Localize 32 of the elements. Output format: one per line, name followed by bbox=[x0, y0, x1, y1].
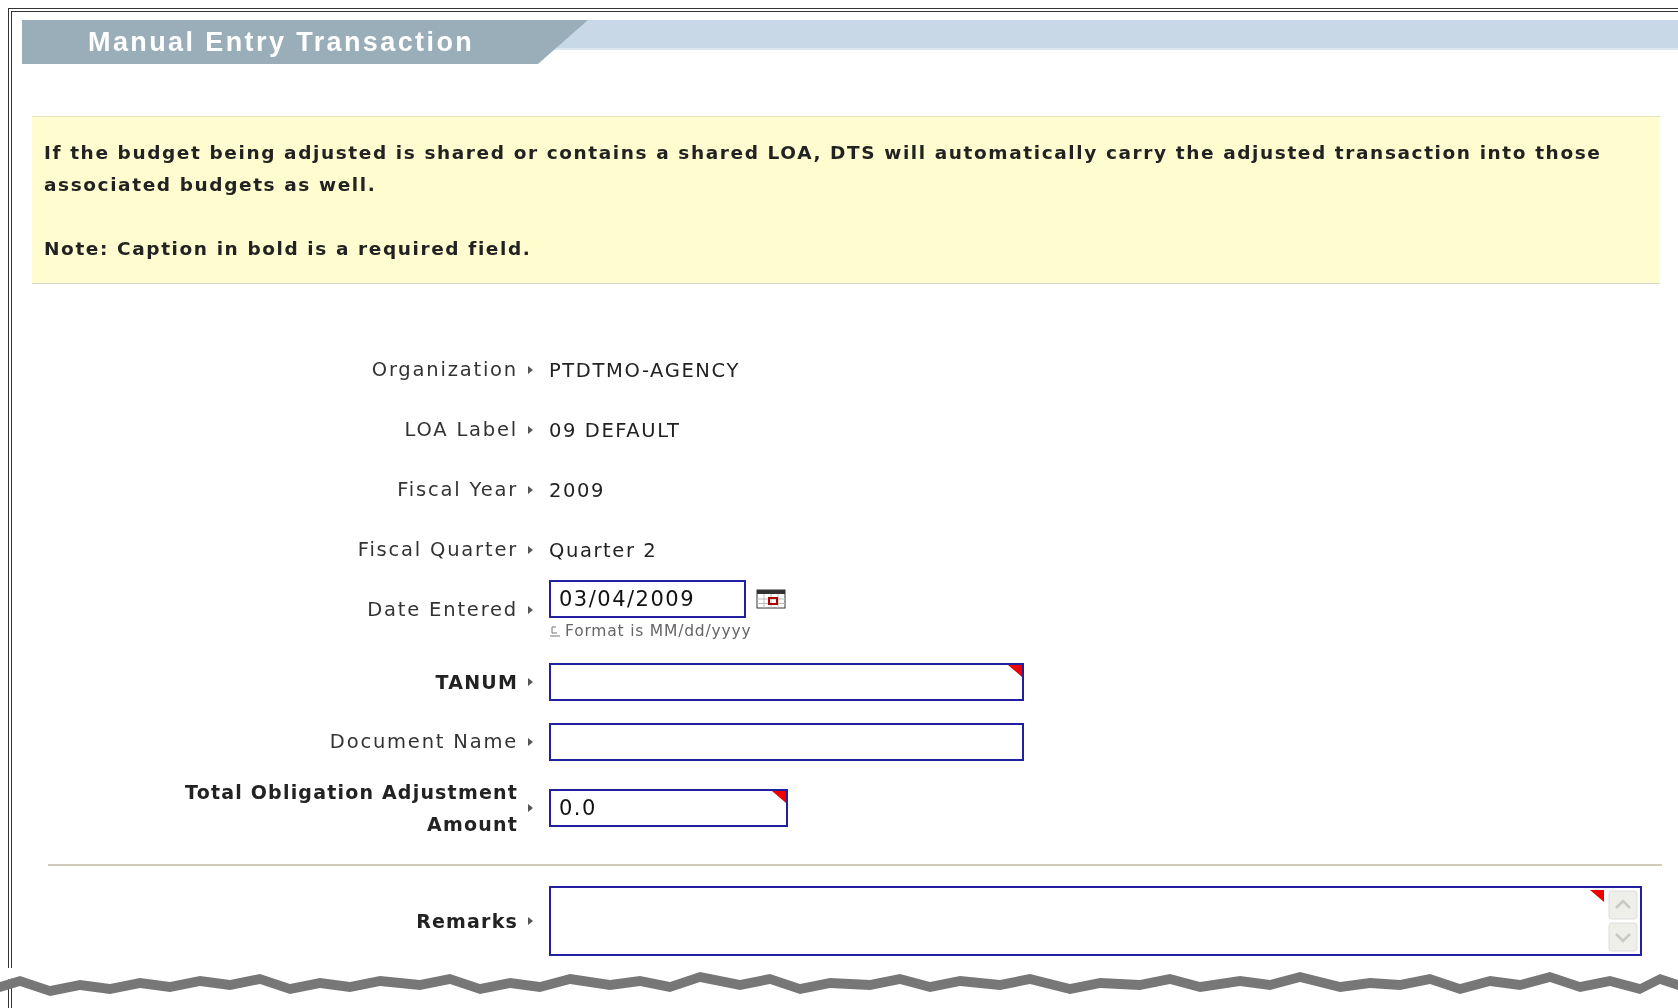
input-field[interactable]: 03/04/2009 bbox=[549, 580, 746, 618]
field-label: Fiscal Year bbox=[396, 477, 518, 503]
arrow-icon bbox=[528, 606, 533, 614]
required-note: Note: Caption in bold is a required field. bbox=[44, 237, 533, 261]
arrow-icon bbox=[528, 804, 533, 812]
arrow-icon bbox=[528, 738, 533, 746]
arrow-icon bbox=[528, 366, 533, 374]
hint-icon bbox=[549, 625, 561, 637]
input-field[interactable] bbox=[549, 663, 1024, 701]
field-label: Organization bbox=[370, 357, 518, 383]
field-value: 09 DEFAULT bbox=[549, 418, 681, 442]
field-value: PTDTMO-AGENCY bbox=[549, 358, 740, 382]
field-label: Fiscal Quarter bbox=[356, 537, 518, 563]
arrow-icon bbox=[528, 678, 533, 686]
window-title: Manual Entry Transaction bbox=[22, 20, 588, 64]
arrow-icon bbox=[528, 917, 533, 925]
arrow-icon bbox=[528, 486, 533, 494]
field-value: Quarter 2 bbox=[549, 538, 658, 562]
calendar-icon[interactable] bbox=[756, 589, 786, 609]
format-hint: Format is MM/dd/yyyy bbox=[565, 622, 752, 640]
field-value: 2009 bbox=[549, 478, 606, 502]
field-label: Document Name bbox=[328, 729, 518, 755]
input-field[interactable] bbox=[549, 723, 1024, 761]
field-label: TANUM bbox=[434, 670, 518, 695]
arrow-icon bbox=[528, 546, 533, 554]
input-field[interactable]: 0.0 bbox=[549, 789, 788, 827]
field-label: Total Obligation Adjustment Amount bbox=[184, 780, 518, 837]
notice-text: If the budget being adjusted is shared or contains a shared LOA, DTS will automatically carry the adjusted transaction into those associated budgets as well. bbox=[44, 141, 1603, 197]
field-label: Remarks bbox=[415, 909, 518, 934]
field-label: Date Entered bbox=[366, 597, 518, 623]
arrow-icon bbox=[528, 426, 533, 434]
field-label: LOA Label bbox=[403, 417, 518, 443]
